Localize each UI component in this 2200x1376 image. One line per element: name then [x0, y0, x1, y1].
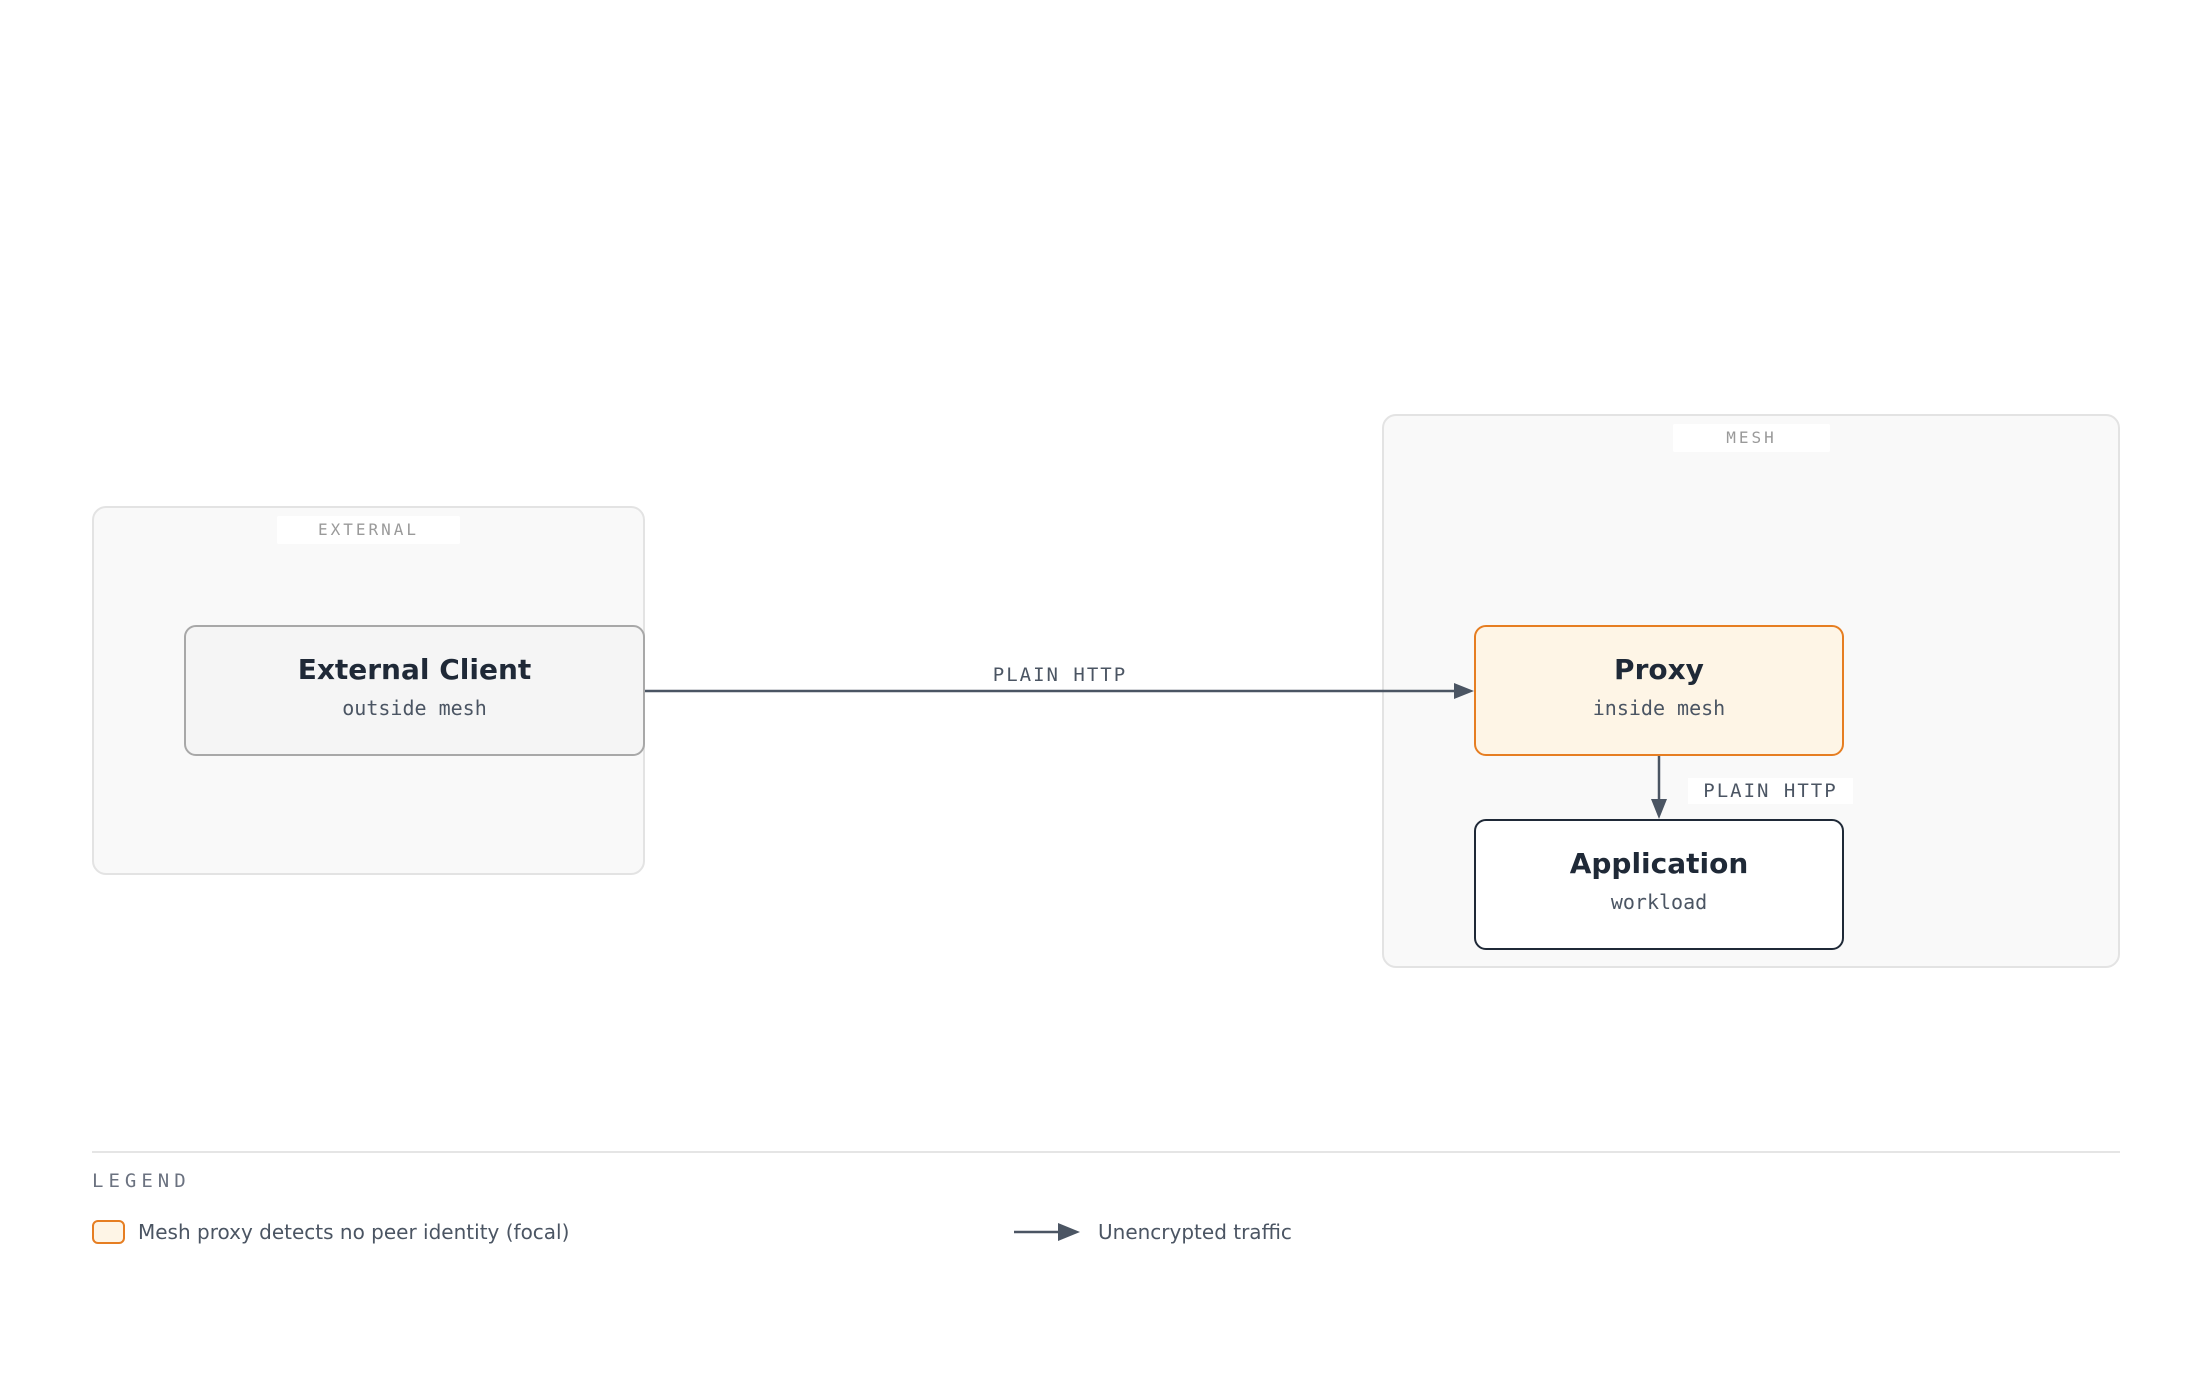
legend-arrow-icon	[1014, 1223, 1080, 1241]
edge-label-proxy-to-app: PLAIN HTTP	[1688, 778, 1853, 804]
edge-label-client-to-proxy: PLAIN HTTP	[980, 662, 1140, 688]
legend-divider	[92, 1151, 2120, 1153]
node-subtitle: inside mesh	[1592, 696, 1726, 720]
node-title: External Client	[297, 653, 532, 686]
node-subtitle: outside mesh	[342, 696, 487, 720]
arrowhead-icon	[1454, 683, 1474, 699]
focal-swatch-icon	[92, 1220, 125, 1244]
legend-item-focal: Mesh proxy detects no peer identity (foc…	[138, 1220, 570, 1244]
legend-title: LEGEND	[92, 1170, 191, 1192]
external-client-node: External Client outside mesh	[184, 625, 645, 756]
node-title: Proxy	[1614, 653, 1704, 686]
proxy-node: Proxy inside mesh	[1474, 625, 1844, 756]
edge-proxy-to-app	[1651, 756, 1667, 819]
legend-item-unencrypted: Unencrypted traffic	[1098, 1220, 1292, 1244]
node-title: Application	[1569, 847, 1749, 880]
application-node: Application workload	[1474, 819, 1844, 950]
node-subtitle: workload	[1610, 890, 1708, 914]
arrowhead-icon	[1651, 799, 1667, 819]
